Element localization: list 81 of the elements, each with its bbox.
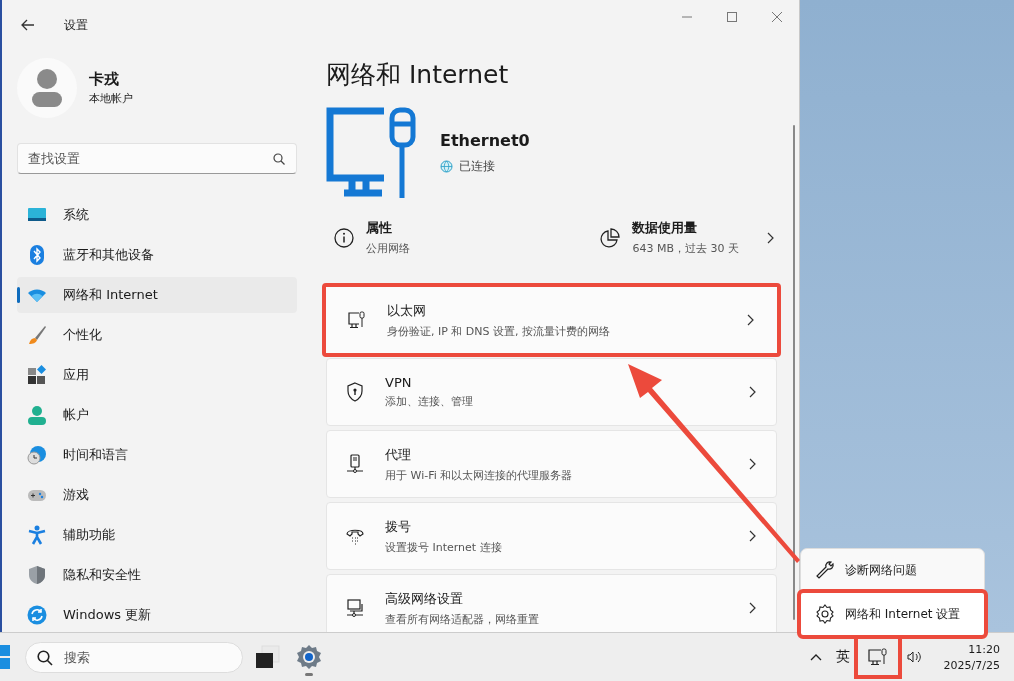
network-adapter-icon xyxy=(345,598,365,618)
nav-item[interactable]: 个性化 xyxy=(17,317,297,353)
card-title: 拨号 xyxy=(385,517,412,536)
search-field[interactable]: 查找设置 xyxy=(17,143,297,174)
scrollbar[interactable] xyxy=(793,125,795,620)
running-indicator xyxy=(305,673,313,676)
card-title: 以太网 xyxy=(387,301,427,320)
card-title: VPN xyxy=(385,375,413,390)
card-title: 代理 xyxy=(385,445,412,464)
card-subtitle: 身份验证, IP 和 DNS 设置, 按流量计费的网络 xyxy=(387,323,612,339)
gear-icon[interactable] xyxy=(296,644,322,670)
chevron-right-icon xyxy=(747,314,754,326)
data-usage-title: 数据使用量 xyxy=(632,219,699,237)
task-view-icon[interactable] xyxy=(255,645,280,669)
caret-up-icon[interactable] xyxy=(809,653,822,661)
nav-item[interactable]: 辅助功能 xyxy=(17,517,297,553)
settings-card[interactable]: 代理 用于 Wi-Fi 和以太网连接的代理服务器 xyxy=(326,430,777,498)
card-subtitle: 查看所有网络适配器，网络重置 xyxy=(385,611,540,627)
accessibility-icon xyxy=(27,525,47,545)
windows-start-icon[interactable] xyxy=(0,645,10,669)
globe-icon xyxy=(440,160,453,173)
info-icon xyxy=(334,227,354,248)
data-usage-link[interactable]: 数据使用量 643 MB，过去 30 天 xyxy=(600,219,774,256)
pie-chart-icon xyxy=(600,227,621,248)
monitor-with-cable-icon xyxy=(326,107,418,199)
bluetooth-icon xyxy=(27,245,47,265)
globe-clock-icon xyxy=(27,445,47,465)
ethernet-monitor-icon xyxy=(347,310,367,330)
card-subtitle: 设置拨号 Internet 连接 xyxy=(385,539,503,555)
properties-link[interactable]: 属性 公用网络 xyxy=(334,219,410,256)
shield-icon xyxy=(27,565,47,585)
taskbar-search-field[interactable]: 搜索 xyxy=(25,641,243,673)
settings-card[interactable]: 以太网 身份验证, IP 和 DNS 设置, 按流量计费的网络 xyxy=(322,283,781,357)
account-type: 本地帐户 xyxy=(89,91,133,106)
sync-icon xyxy=(27,605,47,625)
settings-card[interactable]: 高级网络设置 查看所有网络适配器，网络重置 xyxy=(326,574,777,632)
card-title: 高级网络设置 xyxy=(385,589,464,608)
nav-item[interactable]: 时间和语言 xyxy=(17,437,297,473)
search-icon xyxy=(37,649,53,666)
nav-item[interactable]: 隐私和安全性 xyxy=(17,557,297,593)
close-icon xyxy=(771,12,782,22)
chevron-right-icon xyxy=(749,458,756,470)
nav-item[interactable]: 应用 xyxy=(17,357,297,393)
speaker-icon[interactable] xyxy=(905,649,922,665)
window-title: 设置 xyxy=(64,16,89,34)
clock[interactable]: 11:20 2025/7/25 xyxy=(943,642,1000,672)
network-type: 公用网络 xyxy=(366,241,410,256)
user-name: 卡戎 xyxy=(89,70,120,89)
settings-icon xyxy=(815,604,835,624)
chevron-right-icon xyxy=(749,602,756,614)
properties-title: 属性 xyxy=(366,219,393,237)
nav-item[interactable]: 游戏 xyxy=(17,477,297,513)
data-usage-amount: 643 MB，过去 30 天 xyxy=(632,241,739,256)
maximize-icon xyxy=(726,12,737,22)
nav-item[interactable]: 蓝牙和其他设备 xyxy=(17,237,297,273)
adapter-name: Ethernet0 xyxy=(440,131,530,150)
menu-item[interactable]: 诊断网络问题 xyxy=(805,553,980,587)
input-method-indicator[interactable]: 英 xyxy=(835,648,850,666)
ethernet-monitor-icon xyxy=(867,648,888,666)
proxy-server-icon xyxy=(345,454,365,474)
connection-status: 已连接 xyxy=(459,158,495,175)
nav-item[interactable]: 系统 xyxy=(17,197,297,233)
chevron-right-icon xyxy=(767,231,774,244)
apps-icon xyxy=(27,365,47,385)
back-arrow-icon xyxy=(21,19,35,31)
wrench-icon xyxy=(815,560,835,580)
settings-card[interactable]: VPN 添加、连接、管理 xyxy=(326,358,777,426)
shield-lock-icon xyxy=(345,382,365,402)
person-icon xyxy=(27,405,47,425)
nav-item[interactable]: 网络和 Internet xyxy=(17,277,297,313)
chevron-right-icon xyxy=(749,530,756,542)
card-subtitle: 用于 Wi-Fi 和以太网连接的代理服务器 xyxy=(385,467,574,483)
card-subtitle: 添加、连接、管理 xyxy=(385,394,474,409)
nav-item[interactable]: Windows 更新 xyxy=(17,597,297,633)
settings-card[interactable]: 拨号 设置拨号 Internet 连接 xyxy=(326,502,777,570)
chevron-right-icon xyxy=(749,386,756,398)
page-title: 网络和 Internet xyxy=(326,59,510,91)
nav-item[interactable]: 帐户 xyxy=(17,397,297,433)
menu-item[interactable]: 网络和 Internet 设置 xyxy=(797,589,988,639)
paintbrush-icon xyxy=(27,325,47,345)
search-icon xyxy=(273,153,285,165)
